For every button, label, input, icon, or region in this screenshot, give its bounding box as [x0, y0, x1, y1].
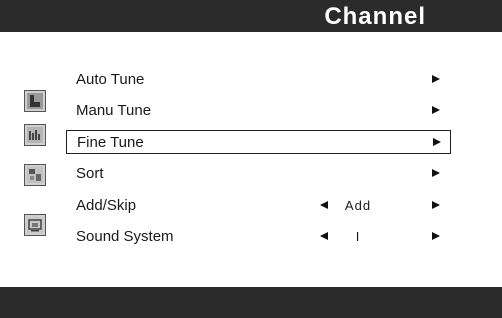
menu-item-label: Sort [76, 165, 104, 182]
sound-menu-icon[interactable] [24, 124, 46, 146]
right-arrow-icon[interactable] [432, 106, 440, 114]
header-bar: Channel [0, 0, 502, 32]
menu-item-fine-tune[interactable]: Fine Tune [66, 130, 451, 154]
menu-item-label: Fine Tune [77, 134, 144, 151]
right-arrow-icon[interactable] [432, 232, 440, 240]
menu-item-add-skip[interactable]: Add/Skip Add [66, 194, 451, 218]
left-arrow-icon[interactable] [320, 232, 328, 240]
menu-item-label: Auto Tune [76, 71, 145, 88]
footer-bar [0, 287, 502, 318]
menu-item-sound-system[interactable]: Sound System I [66, 225, 451, 249]
right-arrow-icon[interactable] [432, 75, 440, 83]
menu-item-manu-tune[interactable]: Manu Tune [66, 99, 451, 123]
menu-title: Channel [324, 3, 426, 30]
channel-menu-icon[interactable] [24, 164, 46, 186]
left-arrow-icon[interactable] [320, 201, 328, 209]
menu-item-label: Sound System [76, 228, 174, 245]
menu-item-label: Add/Skip [76, 197, 137, 214]
right-arrow-icon[interactable] [432, 169, 440, 177]
right-arrow-icon[interactable] [433, 138, 441, 146]
function-menu-icon[interactable] [24, 214, 46, 236]
menu-item-value: Add [344, 198, 372, 213]
right-arrow-icon[interactable] [432, 201, 440, 209]
picture-menu-icon[interactable] [24, 90, 46, 112]
menu-item-sort[interactable]: Sort [66, 162, 451, 186]
menu-item-auto-tune[interactable]: Auto Tune [66, 68, 451, 92]
menu-item-label: Manu Tune [76, 102, 152, 119]
menu-item-value: I [355, 229, 361, 244]
tv-osd-screen: Channel Auto Tune Manu Tune Fine Tune So… [0, 0, 502, 318]
